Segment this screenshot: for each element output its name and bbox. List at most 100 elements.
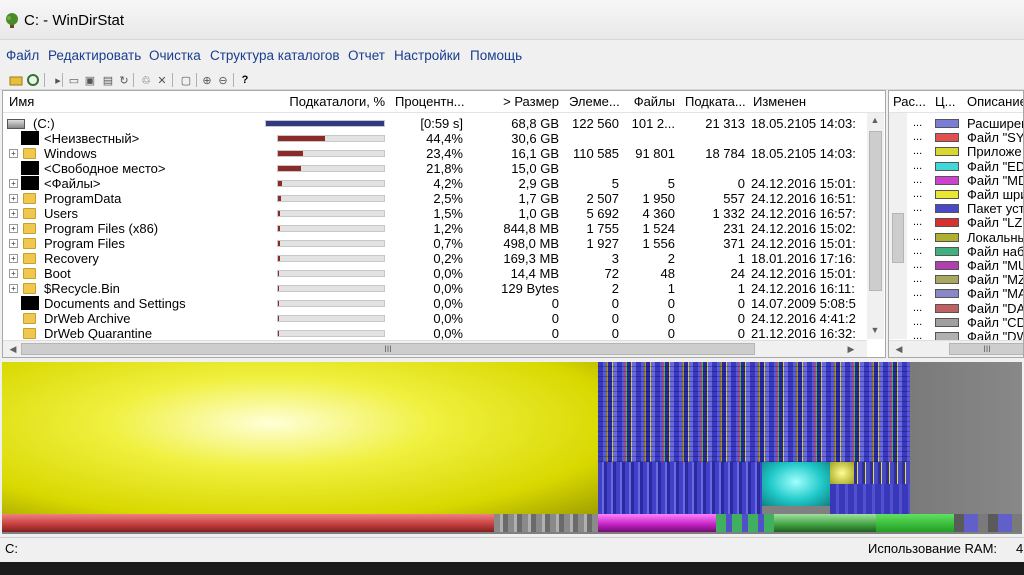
extension-row[interactable]: ... Файл "SYS: [907, 130, 1023, 145]
treemap-green-file[interactable]: [876, 514, 954, 532]
expand-toggle[interactable]: +: [9, 209, 18, 218]
col-items[interactable]: Элеме...: [565, 91, 621, 113]
menu-file[interactable]: Файл: [6, 48, 39, 63]
extension-horizontal-scrollbar[interactable]: ◀ III: [889, 340, 1023, 357]
menu-report[interactable]: Отчет: [348, 48, 385, 63]
menu-help[interactable]: Помощь: [470, 48, 522, 63]
refresh-icon[interactable]: ↻: [116, 72, 132, 88]
scroll-right-arrow[interactable]: ▶: [845, 344, 857, 355]
tree-row[interactable]: + Windows 23,4% 16,1 GB 110 585 91 801 18 784 1…: [3, 146, 865, 161]
tree-row[interactable]: + $Recycle.Bin 0,0% 129 Bytes 2 1 1 24.12.2016 …: [3, 281, 865, 296]
rescan-icon[interactable]: [25, 72, 41, 88]
expand-toggle[interactable]: +: [9, 254, 18, 263]
col-subdirs[interactable]: Подката...: [681, 91, 747, 113]
extension-row[interactable]: ... Файл шри: [907, 187, 1023, 202]
expand-toggle[interactable]: +: [9, 194, 18, 203]
extension-row[interactable]: ... Файл наб: [907, 244, 1023, 259]
col-color[interactable]: Ц...: [931, 91, 963, 113]
zoom-in-icon[interactable]: ⊕: [199, 72, 215, 88]
treemap-folder-block[interactable]: [830, 484, 910, 514]
col-size[interactable]: > Размер: [471, 91, 561, 113]
extension-row[interactable]: ... Приложе: [907, 144, 1023, 159]
tree-row[interactable]: + Boot 0,0% 14,4 MB 72 48 24 24.12.2016 15:01:: [3, 266, 865, 281]
scroll-left-arrow[interactable]: ◀: [7, 344, 19, 355]
scroll-thumb[interactable]: [892, 213, 904, 263]
col-percent[interactable]: Процентн...: [391, 91, 471, 113]
treemap-free-space-block[interactable]: [2, 362, 598, 514]
tree-row[interactable]: + Recovery 0,2% 169,3 MB 3 2 1 18.01.2016 17:16…: [3, 251, 865, 266]
scroll-up-arrow[interactable]: ▲: [869, 115, 881, 125]
tree-row[interactable]: + <Файлы> 4,2% 2,9 GB 5 5 0 24.12.2016 15:01:: [3, 176, 865, 191]
treemap-folder-block[interactable]: [716, 514, 774, 532]
col-extension[interactable]: Рас...: [889, 91, 929, 113]
tree-row[interactable]: + Program Files 0,7% 498,0 MB 1 927 1 556 371 2…: [3, 236, 865, 251]
tree-row[interactable]: DrWeb Archive 0,0% 0 0 0 0 24.12.2016 4:41:2: [3, 311, 865, 326]
menu-cleanup[interactable]: Очистка: [149, 48, 201, 63]
scroll-down-arrow[interactable]: ▼: [869, 325, 881, 335]
treemap-unknown-block[interactable]: [2, 514, 494, 532]
tree-row[interactable]: Documents and Settings 0,0% 0 0 0 0 14.07.2009…: [3, 296, 865, 311]
properties-icon[interactable]: ▢: [178, 72, 194, 88]
treemap-other-block[interactable]: [910, 362, 1022, 514]
tree-vertical-scrollbar[interactable]: ▲ ▼: [867, 113, 884, 339]
extension-row[interactable]: ... Файл "DA: [907, 301, 1023, 316]
scroll-thumb[interactable]: [869, 131, 882, 291]
expand-toggle[interactable]: +: [9, 179, 18, 188]
terminal-icon[interactable]: ▤: [100, 72, 116, 88]
treemap-folder-block[interactable]: [954, 514, 1022, 532]
extension-row[interactable]: ... Файл "MZ: [907, 272, 1023, 287]
zoom-out-icon[interactable]: ⊖: [215, 72, 231, 88]
expand-toggle[interactable]: +: [9, 284, 18, 293]
scroll-left-arrow[interactable]: ◀: [893, 344, 905, 355]
scroll-thumb[interactable]: III: [21, 343, 755, 355]
col-subdir-percent[interactable]: Подкаталоги, %: [261, 91, 387, 113]
extension-row[interactable]: ... Расширен: [907, 116, 1023, 131]
help-icon[interactable]: ?: [237, 72, 253, 88]
menu-settings[interactable]: Настройки: [394, 48, 460, 63]
extension-row[interactable]: ... Локальны: [907, 230, 1023, 245]
treemap-magenta-file[interactable]: [598, 514, 716, 532]
open-icon[interactable]: [8, 72, 24, 88]
title-bar[interactable]: C: - WinDirStat: [0, 0, 1024, 40]
extension-row[interactable]: ... Файл "MD: [907, 173, 1023, 188]
recycle-icon[interactable]: ♲: [138, 72, 154, 88]
col-modified[interactable]: Изменен: [749, 91, 869, 113]
delete-icon[interactable]: ✕: [154, 72, 170, 88]
expand-toggle[interactable]: +: [9, 269, 18, 278]
col-files[interactable]: Файлы: [621, 91, 677, 113]
play-icon[interactable]: ▸: [50, 72, 66, 88]
treemap-folder-block[interactable]: [854, 462, 910, 484]
extension-row[interactable]: ... Файл "ED: [907, 159, 1023, 174]
treemap-yellow-file[interactable]: [830, 462, 854, 484]
tree-row[interactable]: <Неизвестный> 44,4% 30,6 GB: [3, 131, 865, 146]
extension-row[interactable]: ... Файл "MU: [907, 258, 1023, 273]
tree-row[interactable]: + Users 1,5% 1,0 GB 5 692 4 360 1 332 24.12.201…: [3, 206, 865, 221]
col-name[interactable]: Имя: [5, 91, 260, 113]
treemap[interactable]: [2, 362, 1022, 534]
tree-row[interactable]: <Свободное место> 21,8% 15,0 GB: [3, 161, 865, 176]
extension-vertical-scrollbar[interactable]: [889, 113, 907, 339]
col-description[interactable]: Описание: [963, 91, 1023, 113]
tree-row[interactable]: (C:) [0:59 s] 68,8 GB 122 560 101 2... 21 313…: [3, 116, 865, 131]
scroll-thumb[interactable]: III: [949, 343, 1023, 355]
extension-row[interactable]: ... Файл "MA: [907, 286, 1023, 301]
expand-toggle[interactable]: +: [9, 149, 18, 158]
expand-toggle[interactable]: +: [9, 239, 18, 248]
extension-row[interactable]: ... Пакет уст: [907, 201, 1023, 216]
treemap-green-file[interactable]: [774, 514, 876, 532]
tree-row[interactable]: + Program Files (x86) 1,2% 844,8 MB 1 755 1 5…: [3, 221, 865, 236]
extension-row[interactable]: ... Файл "CD: [907, 315, 1023, 330]
extension-row[interactable]: ... Файл "LZN: [907, 215, 1023, 230]
menu-tree[interactable]: Структура каталогов: [210, 48, 340, 63]
explorer-icon[interactable]: ▣: [82, 72, 98, 88]
tree-horizontal-scrollbar[interactable]: ◀ III ▶: [3, 340, 867, 357]
tree-row[interactable]: DrWeb Quarantine 0,0% 0 0 0 0 21.12.2016 16:32…: [3, 326, 865, 341]
menu-edit[interactable]: Редактировать: [48, 48, 141, 63]
tree-row[interactable]: + ProgramData 2,5% 1,7 GB 2 507 1 950 557 24.12…: [3, 191, 865, 206]
copy-icon[interactable]: ▭: [66, 72, 82, 88]
treemap-system32-block[interactable]: [598, 462, 762, 514]
treemap-windows-block[interactable]: [598, 362, 910, 462]
treemap-cyan-file[interactable]: [762, 462, 830, 506]
expand-toggle[interactable]: +: [9, 224, 18, 233]
treemap-small-files[interactable]: [494, 514, 598, 532]
